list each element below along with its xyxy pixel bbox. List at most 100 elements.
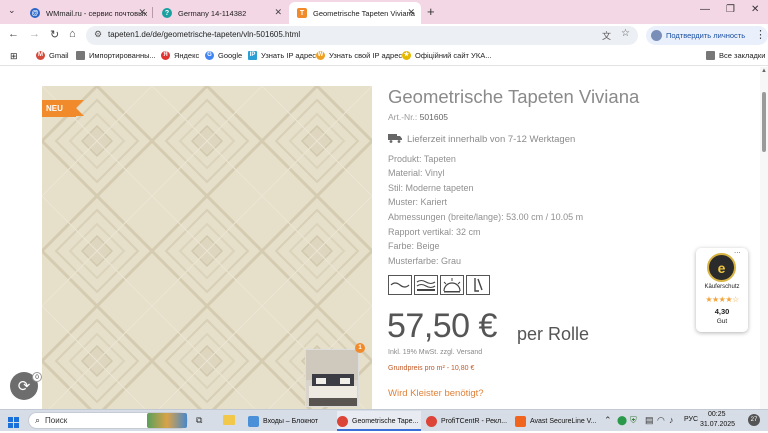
task-view-icon[interactable]: ⧉ (196, 415, 202, 426)
home-icon[interactable]: ⌂ (69, 28, 76, 40)
truck-icon (388, 133, 402, 146)
tab-germany[interactable]: ? Germany 14-114382 ✕ (154, 2, 288, 24)
star-logo-icon: ★ (402, 51, 411, 60)
delivery-info: Lieferzeit innerhalb von 7-12 Werktagen (388, 133, 575, 146)
tab-wmmail[interactable]: @ WMmail.ru - сервис почтовых ✕ (22, 2, 152, 24)
file-explorer-icon[interactable] (223, 415, 235, 425)
tapeten-favicon-icon: T (297, 8, 307, 18)
notifications-icon[interactable]: 27 (748, 414, 760, 426)
bookmark-star-icon[interactable]: ☆ (621, 28, 630, 39)
search-icon: ⌕ (35, 415, 41, 425)
address-bar[interactable]: ⚙ tapeten1.de/de/geometrische-tapeten/vl… (86, 26, 638, 45)
bookmark-google[interactable]: G Google (205, 51, 242, 60)
trusted-shops-badge[interactable]: ... e Käuferschutz ★★★★☆ 4,30 Gut (696, 246, 748, 332)
bookmark-label: Gmail (49, 51, 69, 60)
clock-date[interactable]: 31.07.2025 (700, 421, 735, 428)
spec-pattern: Muster: Kariert (388, 197, 448, 207)
maximize-button[interactable]: ❐ (726, 4, 735, 15)
tray-volume-icon[interactable]: ♪ (669, 415, 674, 425)
wave-icon[interactable] (388, 275, 412, 295)
scrollbar[interactable]: ▲ (760, 67, 768, 409)
water-resistant-icon[interactable] (414, 275, 438, 295)
bookmark-yandex[interactable]: Я Яндекс (161, 51, 199, 60)
rating-stars: ★★★★☆ (705, 295, 739, 304)
trusted-seal-icon: e (707, 253, 736, 282)
taskbar-label: Входы – Блокнот (263, 417, 319, 425)
clock-time[interactable]: 00:25 (708, 411, 726, 418)
site-info-icon[interactable]: ⚙ (94, 29, 102, 40)
spec-repeat: Rapport vertikal: 32 cm (388, 227, 481, 237)
paste-wall-icon[interactable] (466, 275, 490, 295)
spec-product: Produkt: Tapeten (388, 154, 456, 164)
tray-wifi-icon[interactable]: ◠ (657, 415, 665, 426)
room-thumbnail[interactable] (305, 349, 359, 407)
bedroom-photo (306, 350, 358, 406)
tab-title: Germany 14-114382 (178, 8, 247, 18)
bookmark-label: Узнать IP адрес (261, 51, 317, 60)
bookmark-label: Яндекс (174, 51, 200, 60)
back-arrow-icon[interactable]: ← (8, 28, 19, 40)
spec-dimensions: Abmessungen (breite/lange): 53.00 cm / 1… (388, 212, 584, 222)
rating-word: Gut (716, 318, 728, 325)
avatar (651, 30, 662, 41)
spec-pattern-color: Musterfarbe: Grau (388, 256, 462, 266)
language-indicator[interactable]: РУС (684, 416, 698, 423)
taskbar-chrome-profit[interactable]: ProfiTCentR - Рекл... (426, 411, 510, 431)
menu-kebab-icon[interactable]: ⋮ (755, 28, 766, 41)
tab-list-icon[interactable]: ⌄ (8, 5, 16, 16)
close-tab-icon[interactable]: ✕ (407, 7, 415, 18)
delivery-text: Lieferzeit innerhalb von 7-12 Werktagen (407, 134, 576, 145)
bookmark-imported[interactable]: Импортированны... (76, 51, 156, 60)
translate-icon[interactable]: 文 (602, 29, 611, 42)
paste-needed-link[interactable]: Wird Kleister benötigt? (388, 388, 484, 399)
vat-note: Inkl. 19% MwSt. zzgl. Versand (388, 349, 483, 356)
new-badge: NEU (42, 100, 84, 117)
spec-style: Stil: Moderne tapeten (388, 183, 474, 193)
notepad-icon (248, 415, 259, 427)
new-tab-button[interactable]: + (427, 4, 435, 19)
apps-grid-icon[interactable]: ⊞ (10, 51, 18, 62)
google-icon: G (205, 51, 214, 60)
folder-icon (76, 51, 85, 60)
windows-taskbar: ⌕ Поиск ⧉ Входы – Блокнот Geometrische T… (0, 409, 768, 431)
light-fastness-icon[interactable] (440, 275, 464, 295)
tab-separator (152, 7, 153, 18)
taskbar-search[interactable]: ⌕ Поиск (28, 412, 188, 429)
bookmark-label: Google (218, 51, 243, 60)
minimize-button[interactable]: — (700, 4, 710, 15)
close-window-button[interactable]: ✕ (751, 4, 759, 15)
search-highlight-image (147, 413, 187, 428)
url-text: tapeten1.de/de/geometrische-tapeten/vln-… (108, 30, 301, 39)
bookmark-ip[interactable]: IP Узнать IP адрес (248, 51, 316, 60)
close-tab-icon[interactable]: ✕ (138, 7, 146, 18)
bookmark-gmail[interactable]: M Gmail (36, 51, 69, 60)
profile-chip-label: Подтвердить личность (666, 31, 746, 40)
taskbar-notepad[interactable]: Входы – Блокнот (248, 411, 332, 431)
bookmark-label: Узнать свой IP адрес (329, 51, 403, 60)
all-bookmarks-button[interactable]: Все закладки (706, 51, 765, 60)
taskbar-chrome-tapeten[interactable]: Geometrische Tape... (337, 411, 421, 431)
start-windows-icon[interactable] (8, 415, 19, 428)
taskbar-avast[interactable]: Avast SecureLine V... (515, 411, 599, 431)
tab-tapeten[interactable]: T Geometrische Tapeten Viviana ✕ (289, 2, 421, 24)
avast-icon (515, 415, 526, 427)
tray-app-icon[interactable]: ⬤ (617, 415, 627, 426)
buyer-protection-label: Käuferschutz (704, 284, 740, 290)
tab-strip: @ WMmail.ru - сервис почтовых ✕ ? German… (0, 0, 768, 24)
wmmail-favicon-icon: @ (30, 8, 40, 18)
article-value: 501605 (419, 112, 449, 122)
tray-overflow-icon[interactable]: ⌃ (604, 415, 612, 426)
tray-network-icon[interactable]: ▤ (645, 415, 654, 426)
more-options-icon[interactable]: ... (734, 246, 741, 255)
bookmark-uka[interactable]: ★ Офіційний сайт УКА... (402, 51, 491, 60)
tray-shield-icon[interactable]: ⛨ (630, 415, 637, 426)
close-tab-icon[interactable]: ✕ (274, 7, 282, 18)
taskbar-label: Avast SecureLine V... (530, 417, 597, 425)
scroll-up-arrow-icon[interactable]: ▲ (761, 68, 767, 74)
forward-arrow-icon[interactable]: → (29, 28, 40, 40)
scrollbar-thumb[interactable] (762, 92, 766, 152)
chrome-icon (337, 415, 348, 427)
bookmark-my-ip[interactable]: W Узнать свой IP адрес (316, 51, 402, 60)
reload-icon[interactable]: ↻ (50, 28, 59, 41)
profile-verify-button[interactable]: Подтвердить личность (646, 26, 768, 45)
